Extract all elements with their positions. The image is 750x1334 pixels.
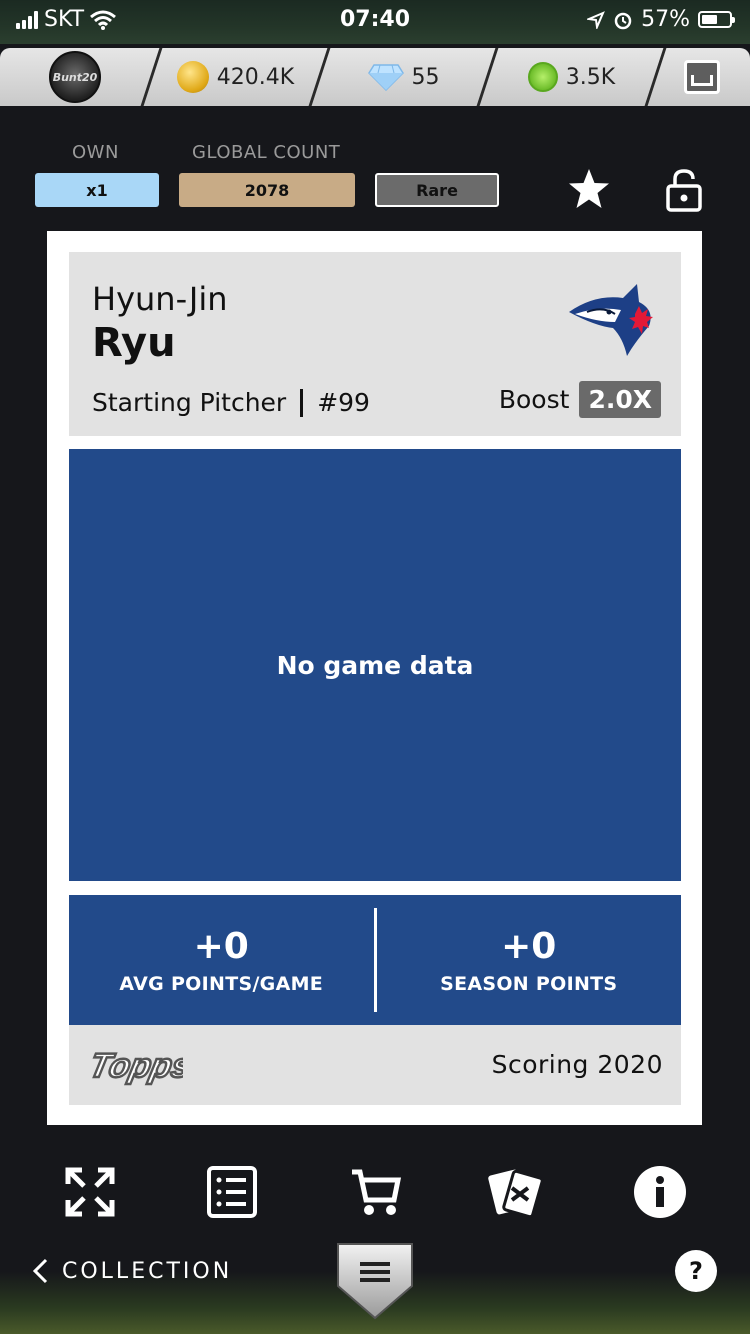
avg-points-stat: +0 AVG POINTS/GAME	[69, 895, 374, 1025]
help-button[interactable]: ?	[675, 1250, 717, 1292]
battery-percent: 57%	[641, 7, 690, 32]
boost-value: 2.0X	[579, 381, 661, 418]
green-token-icon	[527, 62, 558, 92]
player-number: #99	[317, 388, 370, 417]
card-action-toolbar	[0, 1164, 750, 1224]
green-balance[interactable]: 3.5K	[489, 48, 654, 106]
gems-value: 55	[411, 64, 440, 90]
own-label: OWN	[72, 142, 119, 163]
cart-icon[interactable]	[348, 1164, 404, 1220]
diamond-icon	[367, 64, 404, 91]
season-points-stat: +0 SEASON POINTS	[377, 895, 682, 1025]
stats-panel: +0 AVG POINTS/GAME +0 SEASON POINTS	[69, 895, 681, 1025]
alarm-icon	[614, 12, 632, 29]
boost-row: Boost 2.0X	[499, 381, 661, 418]
card-header: Hyun-Jin Ryu Starting Pitcher #99 Boost …	[69, 252, 681, 436]
blue-jays-logo-icon	[569, 284, 653, 356]
inbox-button[interactable]	[657, 48, 747, 106]
status-right: 57%	[587, 7, 735, 32]
player-card[interactable]: Hyun-Jin Ryu Starting Pitcher #99 Boost …	[47, 231, 702, 1125]
season-points-label: SEASON POINTS	[440, 972, 618, 995]
global-count-badge: 2078	[179, 173, 355, 207]
boost-label: Boost	[498, 385, 570, 414]
own-count-badge: x1	[35, 173, 159, 207]
green-value: 3.5K	[565, 64, 616, 90]
player-position-row: Starting Pitcher #99	[92, 388, 370, 417]
gems-balance[interactable]: 55	[321, 48, 486, 106]
trade-cards-icon[interactable]	[488, 1164, 544, 1220]
season-points-value: +0	[501, 925, 557, 967]
global-count-label: GLOBAL COUNT	[192, 142, 341, 163]
coin-icon	[176, 61, 209, 93]
player-first-name: Hyun-Jin	[92, 280, 228, 318]
coins-value: 420.4K	[216, 64, 295, 90]
avg-points-value: +0	[193, 925, 249, 967]
back-label: COLLECTION	[62, 1258, 233, 1284]
status-bar: SKT 07:40 57%	[0, 0, 750, 44]
svg-text:Topps: Topps	[86, 1047, 183, 1085]
currency-bar: Bunt20 420.4K 55 3.5K	[0, 48, 750, 106]
player-last-name: Ryu	[92, 320, 176, 366]
game-data-panel: No game data	[69, 449, 681, 881]
list-icon[interactable]	[204, 1164, 260, 1220]
back-to-collection-button[interactable]: COLLECTION	[32, 1258, 232, 1284]
expand-icon[interactable]	[62, 1164, 118, 1220]
main-menu-button[interactable]	[336, 1240, 414, 1320]
location-icon	[587, 10, 605, 29]
scoring-year: Scoring 2020	[491, 1050, 663, 1079]
avg-points-label: AVG POINTS/GAME	[119, 972, 324, 995]
profile-avatar-slot[interactable]: Bunt20	[0, 48, 150, 106]
avatar[interactable]: Bunt20	[49, 51, 101, 103]
player-position: Starting Pitcher	[92, 388, 287, 417]
card-meta-row: OWN GLOBAL COUNT x1 2078 Rare	[0, 140, 750, 210]
favorite-star-icon[interactable]	[566, 166, 612, 212]
inbox-icon	[684, 60, 720, 94]
battery-icon	[698, 11, 735, 28]
rarity-badge: Rare	[375, 173, 499, 207]
info-icon[interactable]	[632, 1164, 688, 1220]
bottom-nav: COLLECTION ?	[0, 1230, 750, 1334]
no-game-data-text: No game data	[276, 650, 474, 680]
lock-icon[interactable]	[666, 168, 702, 212]
topps-logo-icon: Topps	[85, 1046, 183, 1086]
card-footer: Topps Scoring 2020	[69, 1025, 681, 1105]
divider	[300, 388, 304, 417]
coins-balance[interactable]: 420.4K	[153, 48, 318, 106]
chevron-left-icon	[32, 1258, 48, 1284]
